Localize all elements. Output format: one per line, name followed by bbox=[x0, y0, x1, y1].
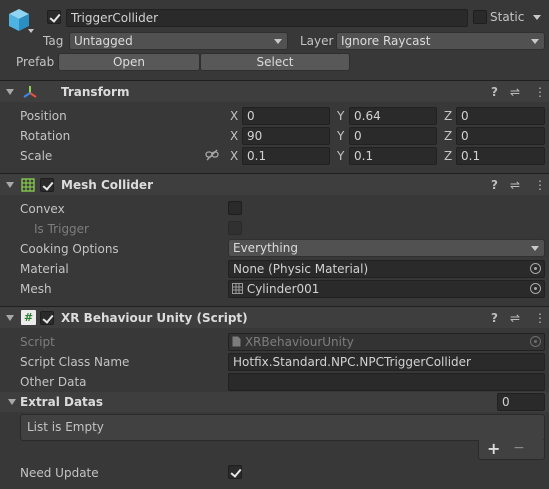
preset-settings-icon[interactable]: ⇌ bbox=[510, 312, 520, 324]
help-icon[interactable]: ? bbox=[491, 86, 498, 98]
more-menu-icon[interactable]: ⋮ bbox=[534, 179, 546, 191]
static-label: Static bbox=[490, 10, 525, 24]
help-icon[interactable]: ? bbox=[491, 179, 498, 191]
preset-settings-icon[interactable]: ⇌ bbox=[510, 179, 520, 191]
extral-datas-size-field[interactable]: 0 bbox=[497, 393, 545, 411]
script-value: XRBehaviourUnity bbox=[244, 335, 354, 349]
remove-element-button[interactable]: − bbox=[513, 440, 525, 456]
constrain-proportions-link-icon[interactable] bbox=[205, 149, 219, 161]
scale-label: Scale bbox=[20, 149, 53, 163]
position-y-axis: Y bbox=[337, 109, 345, 123]
icon-dropdown-caret[interactable] bbox=[28, 29, 34, 33]
mesh-collider-title: Mesh Collider bbox=[61, 178, 153, 192]
scale-y-axis: Y bbox=[337, 149, 345, 163]
object-name-field[interactable]: TriggerCollider bbox=[66, 9, 468, 27]
rotation-y-field[interactable]: 0 bbox=[349, 127, 437, 145]
chevron-down-icon bbox=[274, 39, 282, 44]
rotation-z-axis: Z bbox=[444, 129, 453, 143]
material-field[interactable]: None (Physic Material) bbox=[228, 260, 545, 278]
material-label: Material bbox=[20, 262, 69, 276]
add-element-button[interactable]: + bbox=[487, 439, 500, 458]
mesh-field[interactable]: Cylinder001 bbox=[228, 280, 545, 298]
xr-behaviour-header[interactable]: # XR Behaviour Unity (Script) ? ⇌ ⋮ bbox=[0, 306, 549, 328]
script-icon: # bbox=[21, 310, 36, 325]
other-data-field[interactable] bbox=[228, 373, 545, 391]
scale-z-axis: Z bbox=[444, 149, 453, 163]
preset-settings-icon[interactable]: ⇌ bbox=[510, 86, 520, 98]
position-label: Position bbox=[20, 109, 67, 123]
object-picker-icon[interactable] bbox=[530, 283, 541, 294]
prefab-label: Prefab bbox=[16, 55, 55, 69]
script-label: Script bbox=[20, 335, 55, 349]
mesh-collider-icon bbox=[21, 178, 35, 192]
active-checkbox[interactable] bbox=[47, 10, 61, 24]
foldout-arrow-icon[interactable] bbox=[6, 182, 14, 188]
chevron-down-icon bbox=[531, 39, 539, 44]
chevron-down-icon bbox=[533, 15, 541, 20]
scale-y-field[interactable]: 0.1 bbox=[349, 147, 437, 165]
object-picker-icon bbox=[530, 336, 541, 347]
static-checkbox[interactable] bbox=[473, 10, 487, 24]
mesh-collider-header[interactable]: Mesh Collider ? ⇌ ⋮ bbox=[0, 173, 549, 195]
need-update-checkbox[interactable] bbox=[228, 465, 242, 479]
static-dropdown[interactable] bbox=[528, 9, 546, 27]
position-z-axis: Z bbox=[444, 109, 453, 123]
cooking-options-label: Cooking Options bbox=[20, 242, 119, 256]
scale-z-field[interactable]: 0.1 bbox=[456, 147, 545, 165]
position-x-field[interactable]: 0 bbox=[242, 107, 330, 125]
list-empty-text: List is Empty bbox=[27, 420, 104, 434]
rotation-y-axis: Y bbox=[337, 129, 345, 143]
convex-checkbox[interactable] bbox=[228, 201, 242, 215]
position-x-axis: X bbox=[230, 109, 239, 123]
xr-behaviour-title: XR Behaviour Unity (Script) bbox=[61, 311, 248, 325]
is-trigger-checkbox bbox=[228, 221, 242, 235]
tag-value: Untagged bbox=[74, 34, 133, 48]
convex-label: Convex bbox=[20, 202, 65, 216]
transform-header[interactable]: Transform ? ⇌ ⋮ bbox=[0, 80, 549, 102]
chevron-down-icon bbox=[531, 246, 539, 251]
prefab-select-button[interactable]: Select bbox=[200, 53, 350, 71]
material-value: None (Physic Material) bbox=[233, 262, 369, 276]
is-trigger-label: Is Trigger bbox=[34, 222, 89, 236]
more-menu-icon[interactable]: ⋮ bbox=[534, 312, 546, 324]
position-y-field[interactable]: 0.64 bbox=[349, 107, 437, 125]
object-picker-icon[interactable] bbox=[530, 263, 541, 274]
mesh-grid-icon bbox=[232, 283, 243, 294]
position-z-field[interactable]: 0 bbox=[456, 107, 545, 125]
script-file-icon bbox=[232, 336, 241, 347]
help-icon[interactable]: ? bbox=[491, 312, 498, 324]
script-field: XRBehaviourUnity bbox=[228, 333, 545, 351]
foldout-arrow-icon[interactable] bbox=[8, 399, 16, 405]
rotation-x-field[interactable]: 90 bbox=[242, 127, 330, 145]
layer-label: Layer bbox=[300, 34, 334, 48]
layer-value: Ignore Raycast bbox=[341, 34, 431, 48]
scale-x-field[interactable]: 0.1 bbox=[242, 147, 330, 165]
script-class-name-field[interactable]: Hotfix.Standard.NPC.NPCTriggerCollider bbox=[228, 353, 545, 371]
mesh-collider-enabled-checkbox[interactable] bbox=[40, 178, 54, 192]
mesh-label: Mesh bbox=[20, 282, 52, 296]
script-class-name-label: Script Class Name bbox=[20, 355, 130, 369]
tag-dropdown[interactable]: Untagged bbox=[69, 32, 288, 50]
more-menu-icon[interactable]: ⋮ bbox=[534, 86, 546, 98]
need-update-label: Need Update bbox=[20, 466, 99, 480]
cooking-options-value: Everything bbox=[233, 241, 298, 255]
rotation-label: Rotation bbox=[20, 129, 71, 143]
layer-dropdown[interactable]: Ignore Raycast bbox=[336, 32, 545, 50]
scale-x-axis: X bbox=[230, 149, 239, 163]
transform-title: Transform bbox=[61, 85, 130, 99]
other-data-label: Other Data bbox=[20, 375, 87, 389]
tag-label: Tag bbox=[43, 34, 64, 48]
rotation-x-axis: X bbox=[230, 129, 239, 143]
foldout-arrow-icon[interactable] bbox=[6, 315, 14, 321]
cooking-options-dropdown[interactable]: Everything bbox=[228, 239, 545, 257]
foldout-arrow-icon[interactable] bbox=[6, 89, 14, 95]
transform-icon bbox=[23, 86, 37, 98]
mesh-value: Cylinder001 bbox=[246, 282, 320, 296]
rotation-z-field[interactable]: 0 bbox=[456, 127, 545, 145]
prefab-open-button[interactable]: Open bbox=[58, 53, 200, 71]
xr-behaviour-enabled-checkbox[interactable] bbox=[40, 311, 54, 325]
extral-datas-label: Extral Datas bbox=[20, 395, 104, 409]
